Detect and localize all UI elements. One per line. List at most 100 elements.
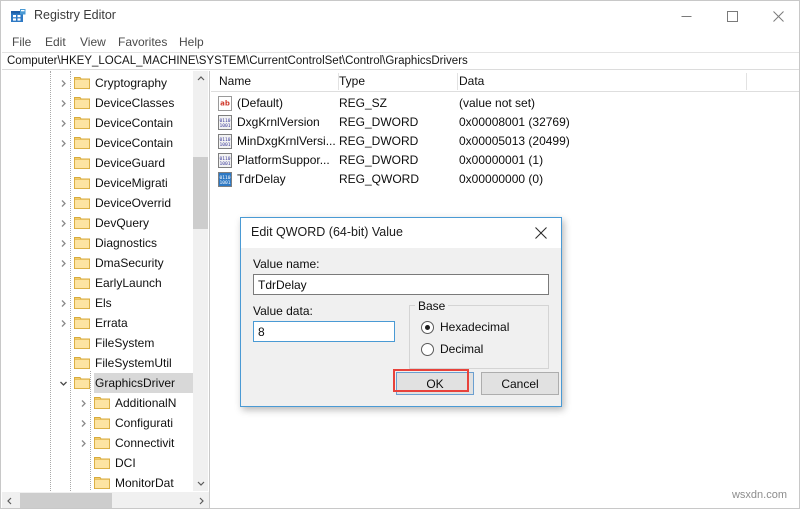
chevron-right-icon[interactable] (76, 413, 90, 433)
tree-item-devicecontain[interactable]: DeviceContain (2, 133, 195, 153)
cell-data: 0x00005013 (20499) (459, 134, 570, 148)
tree-item-additionaln[interactable]: AdditionalN (2, 393, 195, 413)
tree-scroll-down-button[interactable] (193, 475, 208, 491)
tree-item-cryptography[interactable]: Cryptography (2, 73, 195, 93)
tree-item-label: FileSystem (95, 336, 155, 350)
table-row[interactable]: 0110 1001 MinDxgKrnlVersi... REG_DWORD 0x000… (211, 132, 799, 151)
folder-icon (74, 336, 90, 349)
address-bar[interactable]: Computer\HKEY_LOCAL_MACHINE\SYSTEM\Curre… (2, 52, 799, 70)
folder-icon (94, 456, 110, 469)
tree-item-label: DeviceMigrati (95, 176, 168, 190)
tree-item-dci[interactable]: DCI (2, 453, 195, 473)
qword-value-icon: 0110 1001 (218, 172, 232, 187)
chevron-right-icon[interactable] (56, 133, 70, 153)
column-separator[interactable] (457, 73, 458, 90)
tree-item-errata[interactable]: Errata (2, 313, 195, 333)
chevron-right-icon[interactable] (56, 293, 70, 313)
chevron-right-icon[interactable] (56, 93, 70, 113)
folder-icon (74, 236, 90, 249)
chevron-down-icon[interactable] (56, 373, 70, 393)
cell-name: DxgKrnlVersion (237, 115, 320, 129)
chevron-right-icon[interactable] (56, 213, 70, 233)
tree-item-connectivit[interactable]: Connectivit (2, 433, 195, 453)
column-separator[interactable] (746, 73, 747, 90)
value-data-input[interactable] (253, 321, 395, 342)
tree-scroll-up-button[interactable] (193, 71, 208, 87)
menu-favorites[interactable]: Favorites (115, 34, 170, 50)
table-row[interactable]: 0110 1001 TdrDelay REG_QWORD 0x00000000 (0) (211, 170, 799, 189)
radio-decimal[interactable]: Decimal (421, 342, 483, 356)
chevron-right-icon[interactable] (56, 313, 70, 333)
menu-help[interactable]: Help (176, 34, 207, 50)
cancel-button[interactable]: Cancel (481, 372, 559, 395)
tree-item-label: Connectivit (115, 436, 175, 450)
tree-item-devicecontain[interactable]: DeviceContain (2, 113, 195, 133)
registry-tree-panel: Cryptography DeviceClasses DeviceContain De… (2, 71, 210, 508)
tree-scroll-thumb[interactable] (193, 157, 208, 229)
dword-value-icon: 0110 1001 (218, 153, 232, 168)
tree-item-diagnostics[interactable]: Diagnostics (2, 233, 195, 253)
tree-item-dmasecurity[interactable]: DmaSecurity (2, 253, 195, 273)
column-header-name[interactable]: Name (219, 74, 251, 88)
tree-item-label: MonitorDat (115, 476, 174, 490)
value-name-input[interactable] (253, 274, 549, 295)
tree-item-filesystem[interactable]: FileSystem (2, 333, 195, 353)
tree-item-filesystemutil[interactable]: FileSystemUtil (2, 353, 195, 373)
tree-item-els[interactable]: Els (2, 293, 195, 313)
folder-icon (74, 96, 90, 109)
tree-horizontal-scrollbar[interactable] (2, 491, 209, 508)
column-header-type[interactable]: Type (339, 74, 365, 88)
menu-file[interactable]: File (9, 34, 34, 50)
table-row[interactable]: 0110 1001 PlatformSuppor... REG_DWORD 0x0000… (211, 151, 799, 170)
chevron-right-icon[interactable] (76, 393, 90, 413)
minimize-button[interactable] (663, 1, 709, 32)
table-row[interactable]: 0110 1001 DxgKrnlVersion REG_DWORD 0x0000800… (211, 113, 799, 132)
menu-view[interactable]: View (77, 34, 109, 50)
radio-hexadecimal-label: Hexadecimal (440, 320, 510, 334)
folder-icon (74, 356, 90, 369)
column-header-data[interactable]: Data (459, 74, 484, 88)
close-button[interactable] (755, 1, 799, 32)
tree-item-devquery[interactable]: DevQuery (2, 213, 195, 233)
cell-name: PlatformSuppor... (237, 153, 330, 167)
tree-item-label: DeviceOverrid (95, 196, 172, 210)
tree-scroll-left-button[interactable] (2, 492, 18, 508)
cell-type: REG_DWORD (339, 115, 419, 129)
chevron-right-icon[interactable] (56, 253, 70, 273)
tree-item-devicemigrati[interactable]: DeviceMigrati (2, 173, 195, 193)
tree-item-deviceguard[interactable]: DeviceGuard (2, 153, 195, 173)
tree-item-configurati[interactable]: Configurati (2, 413, 195, 433)
folder-icon (74, 116, 90, 129)
chevron-right-icon[interactable] (56, 113, 70, 133)
tree-item-label: Configurati (115, 416, 174, 430)
chevron-right-icon[interactable] (76, 433, 90, 453)
cell-name: (Default) (237, 96, 284, 110)
chevron-right-icon[interactable] (56, 233, 70, 253)
tree-item-earlylaunch[interactable]: EarlyLaunch (2, 273, 195, 293)
menu-edit[interactable]: Edit (42, 34, 69, 50)
chevron-right-icon[interactable] (56, 73, 70, 93)
chevron-right-icon[interactable] (56, 193, 70, 213)
tree-hscroll-thumb[interactable] (20, 493, 112, 508)
cell-name: TdrDelay (237, 172, 286, 186)
tree-item-graphicsdriver[interactable]: GraphicsDriver (2, 373, 195, 393)
maximize-button[interactable] (709, 1, 755, 32)
dword-value-icon: 0110 1001 (218, 134, 232, 149)
ok-button[interactable]: OK (396, 372, 474, 395)
tree-item-deviceoverrid[interactable]: DeviceOverrid (2, 193, 195, 213)
dialog-close-button[interactable] (521, 218, 561, 247)
folder-icon (74, 216, 90, 229)
tree-item-monitordat[interactable]: MonitorDat (2, 473, 195, 491)
tree-item-label: DmaSecurity (95, 256, 164, 270)
tree-item-label: DeviceContain (95, 116, 174, 130)
radio-hexadecimal[interactable]: Hexadecimal (421, 320, 509, 334)
value-name-label: Value name: (253, 257, 320, 271)
folder-icon (74, 136, 90, 149)
tree-scroll-right-button[interactable] (193, 492, 209, 508)
table-row[interactable]: ab (Default) REG_SZ (value not set) (211, 94, 799, 113)
tree-vertical-scrollbar[interactable] (193, 71, 208, 491)
base-group-label: Base (415, 299, 449, 313)
tree-item-deviceclasses[interactable]: DeviceClasses (2, 93, 195, 113)
registry-editor-icon (10, 8, 27, 25)
cell-type: REG_DWORD (339, 134, 419, 148)
